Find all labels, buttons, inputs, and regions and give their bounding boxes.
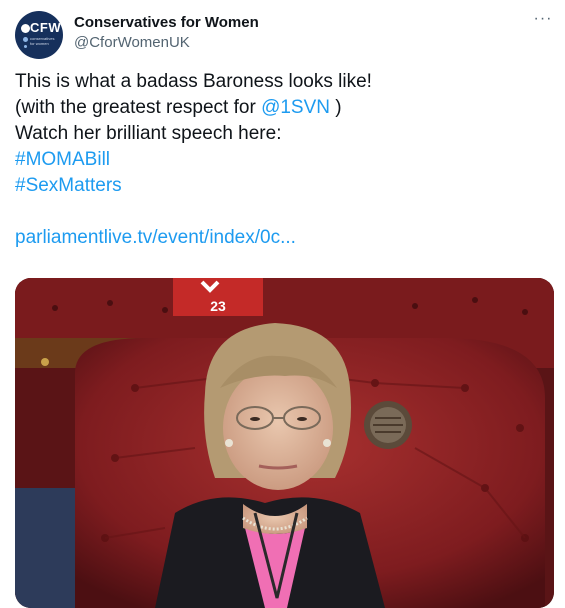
earring (225, 439, 233, 447)
left-bench (15, 488, 75, 608)
display-name[interactable]: Conservatives for Women (74, 14, 259, 31)
tweet-text: This is what a badass Baroness looks lik… (15, 69, 555, 251)
avatar-logo-bubble (23, 37, 28, 42)
mention-link[interactable]: @1SVN (261, 97, 330, 118)
avatar[interactable]: CFW conservatives for women (15, 11, 63, 59)
tweet-line: (with the greatest respect for @1SVN ) (15, 95, 555, 121)
more-dots-icon: ··· (533, 10, 553, 27)
avatar-logo-subtext: conservatives for women (30, 36, 55, 46)
user-handle[interactable]: @CforWomenUK (74, 34, 190, 51)
tweet-media-image[interactable]: 23 (15, 278, 554, 608)
avatar-logo-text: CFW (30, 20, 62, 35)
url-link[interactable]: parliamentlive.tv/event/index/0c... (15, 225, 555, 251)
tweet-text-segment: (with the greatest respect for (15, 97, 262, 118)
hashtag-link[interactable]: #MOMABill (15, 147, 555, 173)
avatar-logo-dot (21, 24, 30, 33)
tweet-line: Watch her brilliant speech here: (15, 123, 282, 144)
tweet-text-segment: ) (329, 97, 342, 118)
earring (323, 439, 331, 447)
tweet-line: This is what a badass Baroness looks lik… (15, 71, 372, 92)
more-options-button[interactable]: ··· (526, 10, 560, 30)
media-photo: 23 (15, 278, 554, 608)
tweet-card: CFW conservatives for women Conservative… (0, 0, 565, 608)
person-face (223, 366, 333, 490)
seat-number: 23 (210, 298, 226, 314)
avatar-logo-bubble (24, 45, 27, 48)
hashtag-link[interactable]: #SexMatters (15, 173, 555, 199)
